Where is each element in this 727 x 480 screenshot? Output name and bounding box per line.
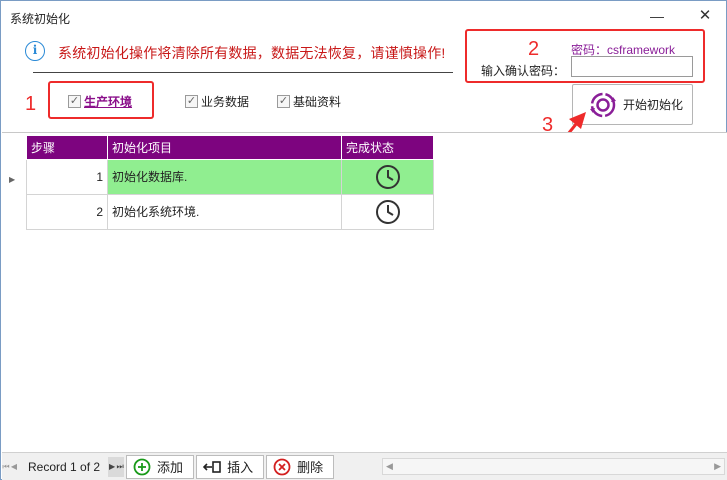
insert-label: 插入	[227, 460, 254, 475]
checkbox-basic-data[interactable]: ✓ 基础资料	[277, 93, 341, 109]
title-bar: 系统初始化 — ✕	[1, 1, 726, 32]
data-navigator: ⏮ ◀ Record 1 of 2 ▶ ⏭ 添加 插入 删除 ◀ ▶	[2, 452, 727, 480]
warning-text: 系统初始化操作将清除所有数据，数据无法恢复，请谨慎操作!	[58, 45, 446, 61]
cell-step[interactable]: 1	[26, 158, 108, 195]
info-icon: i	[25, 41, 45, 61]
insert-icon	[203, 460, 221, 473]
start-init-button[interactable]: 开始初始化	[572, 84, 693, 125]
password-label: 输入确认密码：	[481, 64, 566, 78]
close-button[interactable]: ✕	[694, 6, 716, 26]
col-header-step[interactable]: 步骤	[26, 136, 108, 160]
checkbox-business-data[interactable]: ✓ 业务数据	[185, 93, 249, 109]
steps-grid: 步骤 初始化项目 完成状态 1 初始化数据库. 2 初始化系统环境.	[26, 136, 434, 230]
checkbox-checked-icon: ✓	[277, 94, 290, 108]
first-record-icon[interactable]: ⏮	[2, 462, 10, 472]
checkbox-label: 基础资料	[293, 94, 342, 109]
annotation-number-1: 1	[25, 93, 37, 115]
table-row[interactable]: 2 初始化系统环境.	[26, 193, 434, 230]
checkbox-checked-icon: ✓	[185, 94, 198, 108]
clock-icon	[375, 164, 400, 189]
last-record-icon[interactable]: ⏭	[116, 456, 125, 477]
record-counter: Record 1 of 2	[28, 459, 101, 474]
steps-grid-area: ▶ 步骤 初始化项目 完成状态 1 初始化数据库. 2 初始化系统环境.	[2, 132, 727, 452]
delete-button[interactable]: 删除	[266, 454, 335, 479]
refresh-circle-icon	[590, 92, 616, 117]
checkbox-label: 生产环境	[84, 94, 133, 109]
separator-line	[33, 72, 453, 73]
cell-status[interactable]	[341, 193, 434, 230]
clock-icon	[375, 199, 400, 224]
checkbox-production-env[interactable]: ✓ 生产环境	[68, 93, 132, 109]
cell-step[interactable]: 2	[26, 193, 108, 230]
delete-icon	[273, 458, 291, 475]
init-dialog: 系统初始化 — ✕ i 系统初始化操作将清除所有数据，数据无法恢复，请谨慎操作!…	[0, 0, 727, 480]
window-title: 系统初始化	[10, 12, 71, 26]
next-record-icon[interactable]: ▶	[108, 456, 117, 477]
annotation-number-2: 2	[528, 38, 540, 60]
horizontal-scrollbar[interactable]: ◀ ▶	[382, 458, 725, 475]
row-indicator-icon: ▶	[9, 175, 16, 184]
table-row[interactable]: 1 初始化数据库.	[26, 158, 434, 195]
start-init-label: 开始初始化	[623, 98, 684, 112]
minimize-button[interactable]: —	[646, 6, 668, 26]
cell-item[interactable]: 初始化系统环境.	[107, 193, 342, 230]
checkbox-checked-icon: ✓	[68, 94, 81, 108]
cell-status[interactable]	[341, 158, 434, 195]
insert-button[interactable]: 插入	[196, 454, 265, 479]
add-icon	[133, 458, 151, 475]
grid-header-row: 步骤 初始化项目 完成状态	[26, 136, 434, 160]
add-button[interactable]: 添加	[126, 454, 195, 479]
add-label: 添加	[157, 460, 184, 475]
scroll-left-icon[interactable]: ◀	[386, 461, 393, 472]
checkbox-label: 业务数据	[201, 94, 250, 109]
col-header-item[interactable]: 初始化项目	[107, 136, 342, 160]
scroll-right-icon[interactable]: ▶	[714, 461, 721, 472]
delete-label: 删除	[297, 460, 324, 475]
prev-record-icon[interactable]: ◀	[10, 462, 18, 471]
cell-item[interactable]: 初始化数据库.	[107, 158, 342, 195]
password-input[interactable]	[571, 56, 693, 77]
col-header-status[interactable]: 完成状态	[341, 136, 434, 160]
